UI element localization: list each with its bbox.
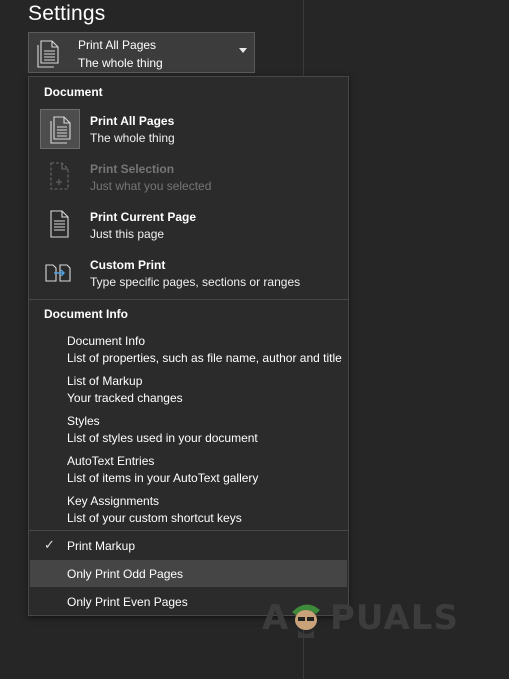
print-range-menu: Document Print All Pages The whole thing <box>28 76 349 616</box>
item-subtitle: List of your custom shortcut keys <box>67 511 242 525</box>
option-print-markup[interactable]: ✓ Print Markup <box>30 532 347 559</box>
option-label: Only Print Even Pages <box>67 595 188 609</box>
item-subtitle: List of items in your AutoText gallery <box>67 471 259 485</box>
dropdown-subtitle: The whole thing <box>78 56 163 70</box>
menu-separator <box>29 299 348 300</box>
option-label: Only Print Odd Pages <box>67 567 184 581</box>
section-header-document: Document <box>44 85 103 99</box>
menu-item-styles[interactable]: Styles List of styles used in your docum… <box>29 412 348 448</box>
item-title: Document Info <box>67 334 146 348</box>
checkmark-icon: ✓ <box>44 537 55 552</box>
menu-item-document-info[interactable]: Document Info List of properties, such a… <box>29 332 348 368</box>
item-title: Styles <box>67 414 100 428</box>
item-subtitle: Just what you selected <box>90 179 212 193</box>
menu-item-print-all-pages[interactable]: Print All Pages The whole thing <box>29 109 348 153</box>
item-title: Key Assignments <box>67 494 160 508</box>
menu-separator <box>29 530 348 531</box>
item-subtitle: Type specific pages, sections or ranges <box>90 275 301 289</box>
print-range-dropdown[interactable]: Print All Pages The whole thing <box>28 32 255 73</box>
menu-item-print-selection[interactable]: Print Selection Just what you selected <box>29 157 348 201</box>
menu-item-autotext-entries[interactable]: AutoText Entries List of items in your A… <box>29 452 348 488</box>
page-icon <box>40 109 80 149</box>
item-title: Print Current Page <box>90 210 197 224</box>
page-icon <box>37 40 59 68</box>
item-title: List of Markup <box>67 374 143 388</box>
option-only-print-odd-pages[interactable]: Only Print Odd Pages <box>30 560 347 587</box>
item-title: Custom Print <box>90 258 166 272</box>
item-title: AutoText Entries <box>67 454 155 468</box>
menu-item-list-of-markup[interactable]: List of Markup Your tracked changes <box>29 372 348 408</box>
chevron-down-icon <box>239 48 247 53</box>
option-label: Print Markup <box>67 539 136 553</box>
section-header-document-info: Document Info <box>44 307 128 321</box>
page-icon <box>40 205 80 245</box>
watermark-logo: A PUALS <box>262 598 472 640</box>
menu-item-key-assignments[interactable]: Key Assignments List of your custom shor… <box>29 492 348 528</box>
item-subtitle: The whole thing <box>90 131 175 145</box>
watermark-text-left: A <box>262 598 290 638</box>
item-subtitle: List of properties, such as file name, a… <box>67 351 342 365</box>
dropdown-title: Print All Pages <box>78 38 157 52</box>
settings-heading: Settings <box>28 2 106 25</box>
item-subtitle: List of styles used in your document <box>67 431 258 445</box>
custom-print-icon <box>40 253 80 293</box>
watermark-text-right: PUALS <box>330 598 459 638</box>
item-title: Print Selection <box>90 162 175 176</box>
menu-item-custom-print[interactable]: Custom Print Type specific pages, sectio… <box>29 253 348 297</box>
item-subtitle: Just this page <box>90 227 165 241</box>
item-subtitle: Your tracked changes <box>67 391 183 405</box>
item-title: Print All Pages <box>90 114 175 128</box>
mascot-icon <box>292 604 320 638</box>
selection-icon <box>40 157 80 197</box>
menu-item-print-current-page[interactable]: Print Current Page Just this page <box>29 205 348 249</box>
